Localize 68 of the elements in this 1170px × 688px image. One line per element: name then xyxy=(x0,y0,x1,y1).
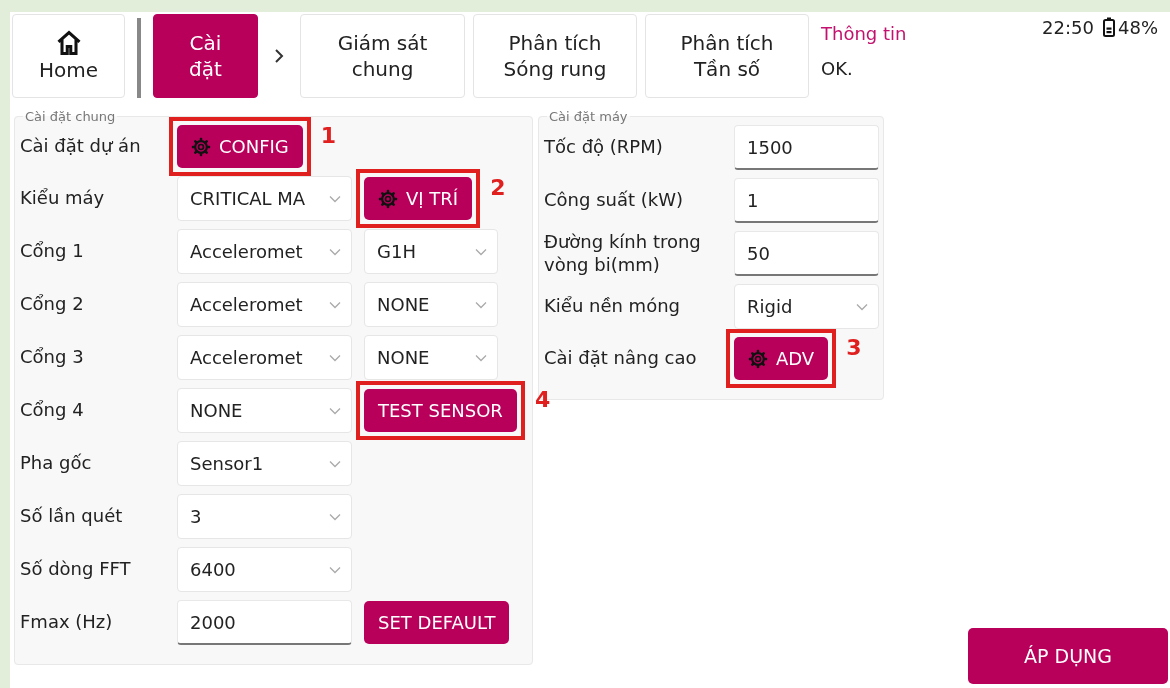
dropdown[interactable]: NONE xyxy=(364,282,498,327)
gear-icon xyxy=(191,136,211,157)
dropdown[interactable]: CRITICAL MA xyxy=(177,176,352,221)
chevron-down-icon xyxy=(329,565,341,574)
callout-number: 4 xyxy=(534,389,551,411)
gear-icon xyxy=(748,348,768,369)
dropdown[interactable]: 3 xyxy=(177,494,352,539)
field-label: Cổng 3 xyxy=(20,346,85,369)
chevron-down-icon xyxy=(329,459,341,468)
gear-icon xyxy=(378,188,398,209)
info-title: Thông tin xyxy=(821,22,907,46)
chevron-down-icon xyxy=(475,300,487,309)
dropdown[interactable]: Acceleromet xyxy=(177,335,352,380)
chevron-down-icon xyxy=(329,247,341,256)
chevron-down-icon xyxy=(329,353,341,362)
field-label: Đường kính trong vòng bi(mm) xyxy=(544,231,702,276)
nav-tab[interactable]: Cài đặt xyxy=(153,14,258,98)
input-field[interactable]: 2000 xyxy=(177,600,352,645)
dropdown[interactable]: NONE xyxy=(177,388,352,433)
input-field[interactable]: 50 xyxy=(734,231,879,276)
chevron-down-icon xyxy=(329,300,341,309)
field-label: Công suất (kW) xyxy=(544,189,684,212)
dropdown[interactable]: Acceleromet xyxy=(177,229,352,274)
dropdown[interactable]: Acceleromet xyxy=(177,282,352,327)
info-message: OK. xyxy=(821,57,854,81)
battery-percent: 48% xyxy=(1118,15,1158,40)
settings-button[interactable]: ADV xyxy=(734,337,829,380)
field-label: Tốc độ (RPM) xyxy=(544,136,664,159)
callout-number: 2 xyxy=(490,177,506,199)
field-label: Cổng 1 xyxy=(20,240,85,263)
dropdown[interactable]: Rigid xyxy=(734,284,879,329)
dropdown[interactable]: Sensor1 xyxy=(177,441,352,486)
action-button[interactable]: TEST SENSOR xyxy=(364,389,517,432)
battery-icon xyxy=(1103,17,1115,37)
input-field[interactable]: 1 xyxy=(734,178,879,223)
field-label: Cài đặt dự án xyxy=(20,135,142,158)
field-label: Số lần quét xyxy=(20,505,124,528)
apply-button[interactable]: ÁP DỤNG xyxy=(968,628,1168,684)
callout-number: 3 xyxy=(846,337,862,359)
field-label: Fmax (Hz) xyxy=(20,611,114,634)
chevron-down-icon xyxy=(475,353,487,362)
callout-number: 1 xyxy=(320,125,337,147)
field-label: Cổng 2 xyxy=(20,293,85,316)
settings-button[interactable]: VỊ TRÍ xyxy=(364,177,473,220)
dropdown[interactable]: G1H xyxy=(364,229,498,274)
nav-tab[interactable]: Phân tích Sóng rung xyxy=(473,14,637,98)
clock-text: 22:50 xyxy=(1042,15,1094,40)
chevron-down-icon xyxy=(329,194,341,203)
panel-title: Cài đặt máy xyxy=(548,110,629,123)
action-button[interactable]: SET DEFAULT xyxy=(364,601,510,644)
field-label: Kiểu nền móng xyxy=(544,295,681,318)
field-label: Cổng 4 xyxy=(20,399,85,422)
nav-tab[interactable]: Phân tích Tần số xyxy=(645,14,809,98)
nav-tab[interactable]: Giám sát chung xyxy=(300,14,465,98)
dropdown[interactable]: NONE xyxy=(364,335,498,380)
field-label: Cài đặt nâng cao xyxy=(544,347,698,370)
chevron-down-icon xyxy=(856,302,868,311)
settings-button[interactable]: CONFIG xyxy=(177,125,303,168)
field-label: Kiểu máy xyxy=(20,187,106,210)
field-label: Pha gốc xyxy=(20,452,93,475)
panel-title: Cài đặt chung xyxy=(24,110,117,123)
chevron-down-icon xyxy=(329,406,341,415)
input-field[interactable]: 1500 xyxy=(734,125,879,170)
dropdown[interactable]: 6400 xyxy=(177,547,352,592)
chevron-down-icon xyxy=(475,247,487,256)
field-label: Số dòng FFT xyxy=(20,558,132,581)
home-button[interactable]: Home xyxy=(12,14,125,98)
chevron-down-icon xyxy=(329,512,341,521)
